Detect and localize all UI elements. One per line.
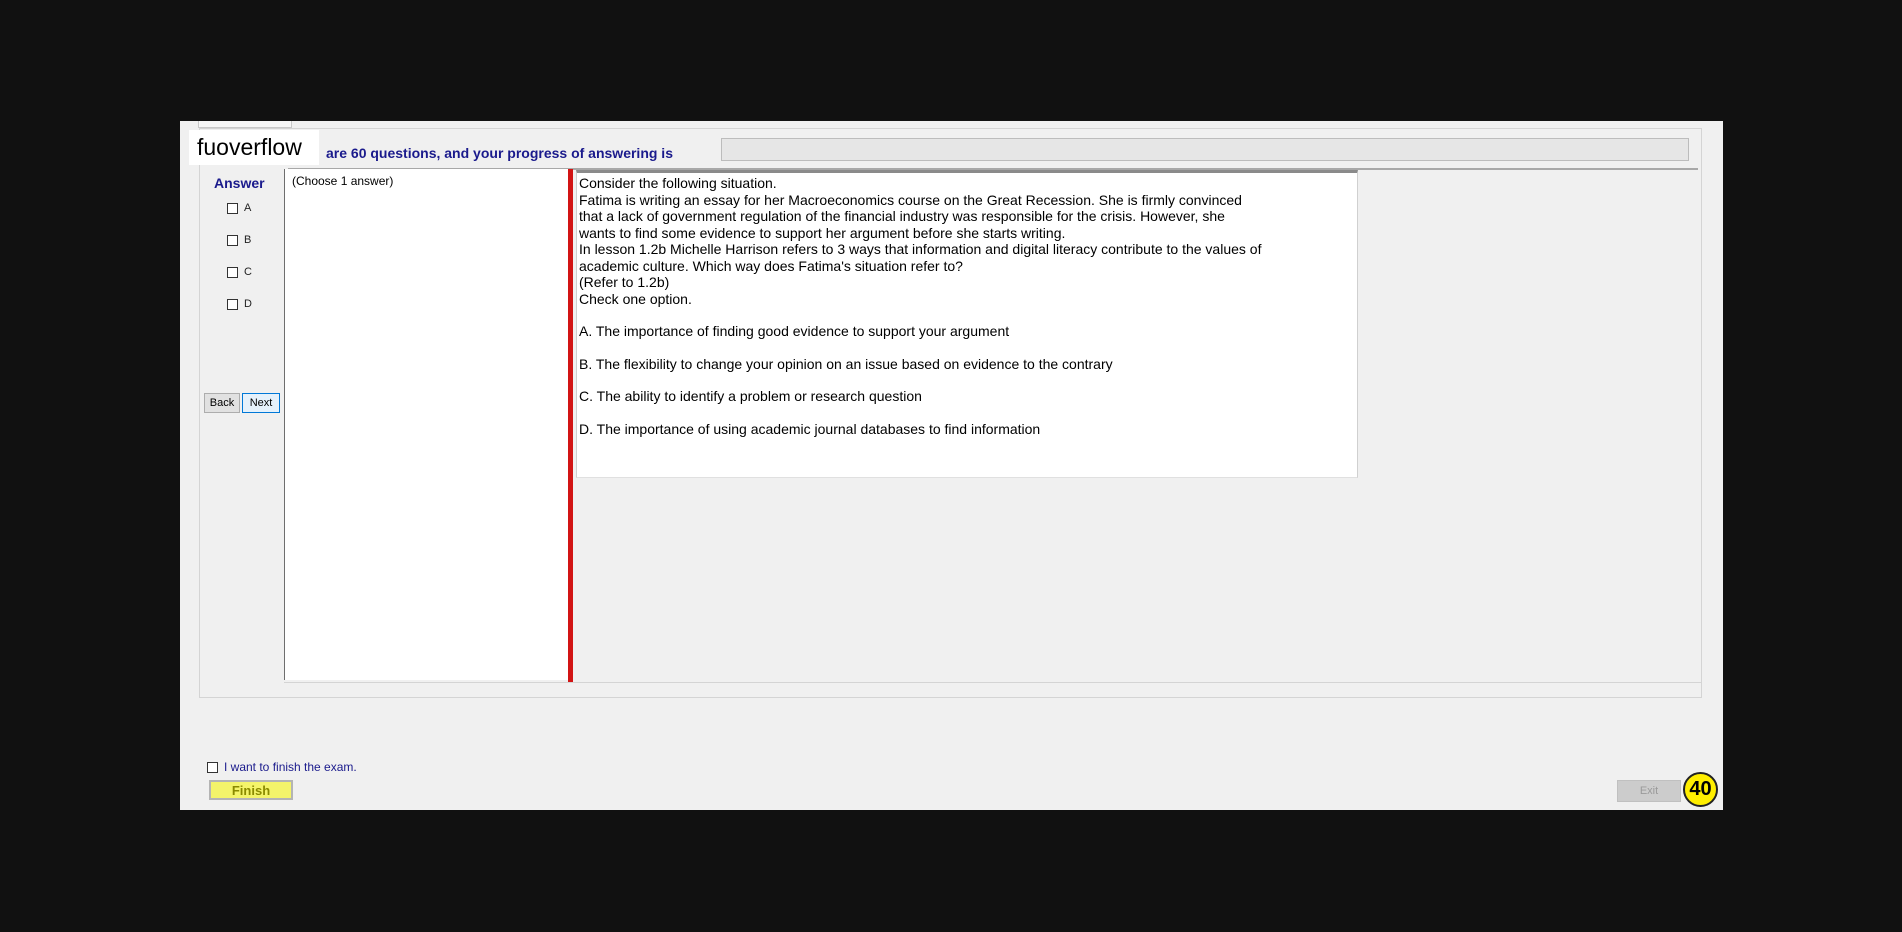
finish-confirm[interactable]: I want to finish the exam. xyxy=(207,760,357,774)
checkbox-c[interactable] xyxy=(227,266,238,278)
next-button[interactable]: Next xyxy=(242,393,280,413)
checkbox-a[interactable] xyxy=(227,202,238,214)
question-box: Consider the following situation. Fatima… xyxy=(576,170,1358,478)
question-line: wants to find some evidence to support h… xyxy=(579,224,1066,241)
tab-stub xyxy=(198,121,292,128)
finish-checkbox[interactable] xyxy=(207,761,218,773)
question-line: academic culture. Which way does Fatima'… xyxy=(579,257,963,274)
question-option: D. The importance of using academic jour… xyxy=(579,420,1041,437)
right-area xyxy=(1359,170,1702,682)
answer-option-label: B xyxy=(244,234,252,246)
content-bottom-border xyxy=(284,682,1702,683)
question-line: Check one option. xyxy=(579,290,692,307)
question-option: B. The flexibility to change your opinio… xyxy=(579,355,1113,372)
question-option: C. The ability to identify a problem or … xyxy=(579,388,922,404)
question-line: Fatima is writing an essay for her Macro… xyxy=(579,191,1242,208)
answer-option-b[interactable]: B xyxy=(227,232,251,248)
progress-label: are 60 questions, and your progress of a… xyxy=(326,145,673,161)
choose-panel: (Choose 1 answer) xyxy=(284,169,571,680)
finish-button[interactable]: Finish xyxy=(209,780,293,800)
answer-option-label: C xyxy=(244,266,252,278)
progress-bar xyxy=(721,138,1689,161)
question-number-badge: 40 xyxy=(1683,772,1718,807)
answer-option-d[interactable]: D xyxy=(227,296,252,312)
question-option: A. The importance of finding good eviden… xyxy=(579,323,1010,339)
answer-title: Answer xyxy=(214,175,265,191)
checkbox-b[interactable] xyxy=(227,234,238,246)
finish-checkbox-label: I want to finish the exam. xyxy=(224,760,357,774)
answer-option-label: D xyxy=(244,298,252,310)
question-line: Consider the following situation. xyxy=(579,175,777,191)
question-line: that a lack of government regulation of … xyxy=(579,208,1225,224)
exam-window: fuoverflow are 60 questions, and your pr… xyxy=(180,121,1723,810)
checkbox-d[interactable] xyxy=(227,298,238,310)
answer-option-label: A xyxy=(244,202,252,214)
back-button[interactable]: Back xyxy=(204,393,240,413)
question-line: (Refer to 1.2b) xyxy=(579,274,670,290)
answer-option-c[interactable]: C xyxy=(227,264,252,280)
panel-splitter[interactable] xyxy=(568,169,573,682)
exit-button: Exit xyxy=(1617,780,1681,802)
question-line: In lesson 1.2b Michelle Harrison refers … xyxy=(579,241,1262,257)
brand-logo: fuoverflow xyxy=(189,130,319,165)
answer-option-a[interactable]: A xyxy=(227,200,251,216)
choose-hint: (Choose 1 answer) xyxy=(292,174,394,188)
